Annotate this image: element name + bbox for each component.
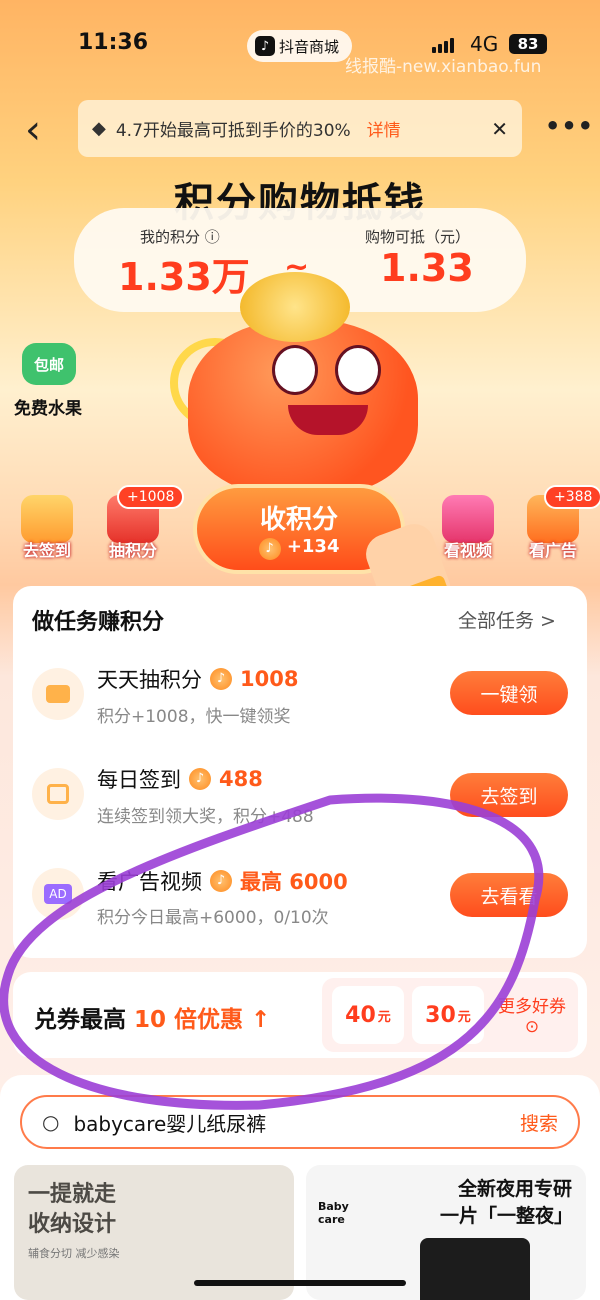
annotation-scribble: [0, 793, 544, 1110]
